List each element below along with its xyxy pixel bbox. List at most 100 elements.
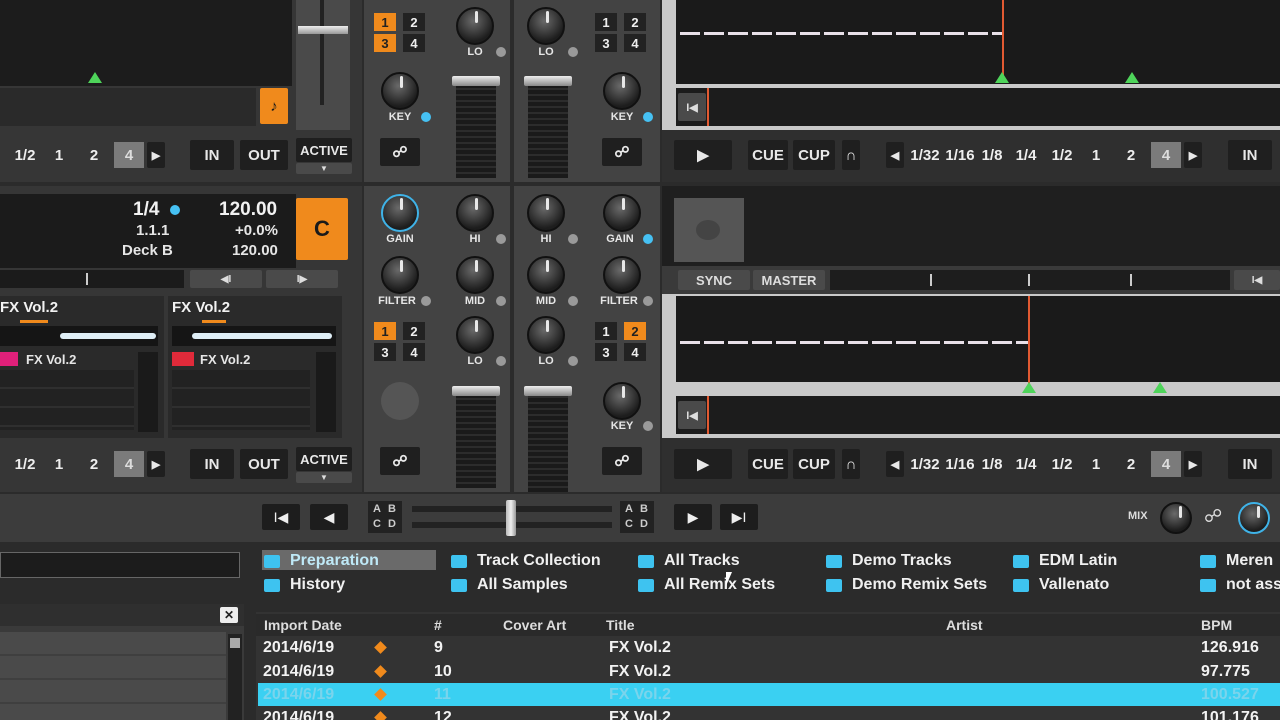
- table-row-selected[interactable]: 2014/6/19 11 FX Vol.2 100.527: [258, 683, 1280, 706]
- headphones-icon[interactable]: ☍: [380, 138, 420, 166]
- channel-d2-key-knob[interactable]: [603, 382, 641, 420]
- favorite-all-remix-sets[interactable]: All Remix Sets: [638, 576, 775, 594]
- prev-beat-button[interactable]: I◀: [1234, 270, 1280, 290]
- skip-to-start-icon[interactable]: I◀: [678, 401, 706, 429]
- skip-back-icon[interactable]: I◀: [262, 504, 300, 530]
- loop-1-2[interactable]: 1/2: [1046, 142, 1078, 168]
- deck-b-prev-beat[interactable]: ◀I: [190, 270, 262, 288]
- channel-2-hi-knob[interactable]: [527, 194, 565, 232]
- deck-a-loop-next[interactable]: ▶: [147, 142, 165, 168]
- channel-1-hi-knob[interactable]: [456, 194, 494, 232]
- channel-c-gain-knob[interactable]: [381, 194, 419, 232]
- channel-4-volume-fader[interactable]: [528, 392, 568, 492]
- channel-c-key-knob[interactable]: [381, 382, 419, 420]
- cue-button[interactable]: CUE: [748, 449, 788, 479]
- deck-a-loop-1[interactable]: 1: [46, 142, 72, 168]
- favorite-demo-remix-sets[interactable]: Demo Remix Sets: [826, 576, 987, 594]
- crossfader[interactable]: [412, 500, 612, 536]
- sync-button[interactable]: SYNC: [678, 270, 750, 290]
- deck-a-active-button[interactable]: ACTIVE: [296, 138, 352, 162]
- favorite-edm-latin[interactable]: EDM Latin: [1013, 552, 1117, 570]
- master-button[interactable]: MASTER: [753, 270, 825, 290]
- deck-b-active-button[interactable]: ACTIVE: [296, 447, 352, 471]
- deck-a-loop-4[interactable]: 4: [114, 142, 144, 168]
- crossfader-assign-right[interactable]: AB CD: [620, 501, 654, 533]
- skip-forward-icon[interactable]: ▶I: [720, 504, 758, 530]
- favorite-demo-tracks[interactable]: Demo Tracks: [826, 552, 952, 570]
- flux-button[interactable]: ∩: [842, 140, 860, 170]
- table-row[interactable]: 2014/6/19 12 FX Vol.2 101.176: [258, 706, 1280, 720]
- deck-a-out-button[interactable]: OUT: [240, 140, 288, 170]
- channel-2-volume-fader[interactable]: [528, 78, 568, 178]
- loop-4[interactable]: 4: [1151, 451, 1181, 477]
- channel-d-gain-knob[interactable]: [603, 194, 641, 232]
- deck-right-top-overview[interactable]: [676, 88, 1280, 126]
- favorite-history[interactable]: History: [264, 576, 345, 594]
- deck-b-loop-2[interactable]: 2: [80, 451, 108, 477]
- loop-1[interactable]: 1: [1084, 142, 1108, 168]
- deck-a-in-button[interactable]: IN: [190, 140, 234, 170]
- channel-c-filter-knob[interactable]: [381, 256, 419, 294]
- skip-to-start-icon[interactable]: I◀: [678, 93, 706, 121]
- loop-1-2[interactable]: 1/2: [1046, 451, 1078, 477]
- loop-1-4[interactable]: 1/4: [1010, 142, 1042, 168]
- col-artist[interactable]: Artist: [946, 617, 983, 633]
- deck-b-next-beat[interactable]: I▶: [266, 270, 338, 288]
- browser-search-input[interactable]: [0, 552, 240, 578]
- cue-button[interactable]: CUE: [748, 140, 788, 170]
- channel-2-lo2-knob[interactable]: [527, 316, 565, 354]
- loop-1-32[interactable]: 1/32: [905, 451, 945, 477]
- channel-d-key-knob[interactable]: [603, 72, 641, 110]
- loop-prev[interactable]: ◀: [886, 451, 904, 477]
- loop-1-32[interactable]: 1/32: [905, 142, 945, 168]
- headphones-icon[interactable]: ☍: [602, 138, 642, 166]
- channel-d-filter-knob[interactable]: [603, 256, 641, 294]
- tree-scrollbar[interactable]: [228, 634, 242, 720]
- cup-button[interactable]: CUP: [793, 140, 835, 170]
- beat-grid-strip[interactable]: [830, 270, 1230, 290]
- favorite-meren[interactable]: Meren: [1200, 552, 1273, 570]
- mix-knob[interactable]: [1160, 502, 1192, 534]
- table-row[interactable]: 2014/6/19 10 FX Vol.2 97.775: [258, 660, 1280, 683]
- table-row[interactable]: 2014/6/19 9 FX Vol.2 126.916: [258, 636, 1280, 659]
- channel-1-lo-knob[interactable]: [456, 7, 494, 45]
- channel-2-lo-knob[interactable]: [527, 7, 565, 45]
- channel-3-volume-fader[interactable]: [456, 388, 496, 488]
- crossfader-assign-left[interactable]: AB CD: [368, 501, 402, 533]
- col-cover-art[interactable]: Cover Art: [503, 617, 566, 633]
- remix-slot-1-sample[interactable]: FX Vol.2: [26, 352, 76, 367]
- deck-b-loop-next[interactable]: ▶: [147, 451, 165, 477]
- in-button[interactable]: IN: [1228, 449, 1272, 479]
- play-button[interactable]: ▶: [674, 449, 732, 479]
- deck-b-loop-1[interactable]: 1: [46, 451, 72, 477]
- loop-1-8[interactable]: 1/8: [976, 142, 1008, 168]
- loop-1-16[interactable]: 1/16: [942, 451, 978, 477]
- headphones-icon[interactable]: ☍: [602, 447, 642, 475]
- favorite-track-collection[interactable]: Track Collection: [451, 552, 601, 570]
- channel-1-mid-knob[interactable]: [456, 256, 494, 294]
- favorite-preparation[interactable]: Preparation: [264, 552, 379, 570]
- loop-1-8[interactable]: 1/8: [976, 451, 1008, 477]
- col-bpm[interactable]: BPM: [1201, 617, 1232, 633]
- channel-1-lo2-knob[interactable]: [456, 316, 494, 354]
- loop-4[interactable]: 4: [1151, 142, 1181, 168]
- favorite-vallenato[interactable]: Vallenato: [1013, 576, 1109, 594]
- chevron-down-icon[interactable]: ▼: [296, 472, 352, 483]
- deck-a-loop-2[interactable]: 2: [80, 142, 108, 168]
- loop-2[interactable]: 2: [1118, 451, 1144, 477]
- in-button[interactable]: IN: [1228, 140, 1272, 170]
- deck-b-strip[interactable]: [0, 270, 184, 288]
- play-button[interactable]: ▶: [674, 140, 732, 170]
- deck-b-out-button[interactable]: OUT: [240, 449, 288, 479]
- headphones-icon[interactable]: ☍: [380, 447, 420, 475]
- loop-1-4[interactable]: 1/4: [1010, 451, 1042, 477]
- col-number[interactable]: #: [434, 617, 442, 633]
- deck-b-loop-4[interactable]: 4: [114, 451, 144, 477]
- favorite-not-assigned[interactable]: not ass: [1200, 576, 1280, 594]
- deck-right-bottom-overview[interactable]: [676, 396, 1280, 434]
- loop-prev[interactable]: ◀: [886, 142, 904, 168]
- deck-a-loop-1-2[interactable]: 1/2: [6, 142, 44, 168]
- loop-next[interactable]: ▶: [1184, 451, 1202, 477]
- deck-b-loop-1-2[interactable]: 1/2: [6, 451, 44, 477]
- deck-a-note-button[interactable]: ♪: [260, 88, 288, 124]
